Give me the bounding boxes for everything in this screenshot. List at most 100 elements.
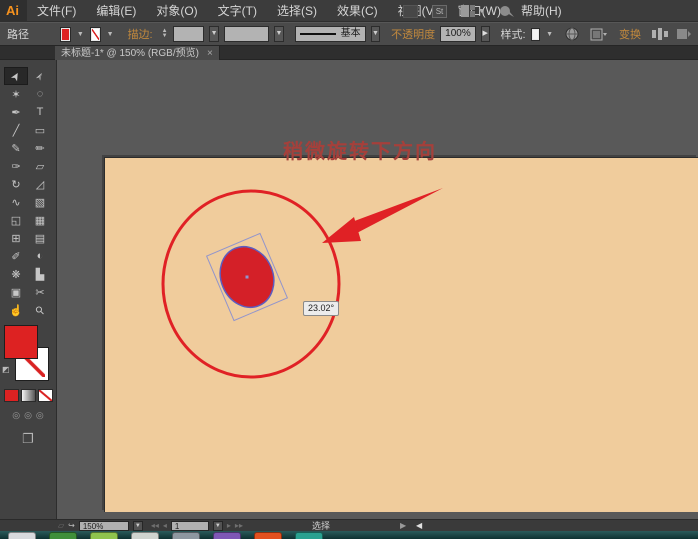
taskbar-app-4[interactable] <box>131 532 159 539</box>
export-arrow-icon[interactable]: ↪ <box>68 521 75 530</box>
menu-effect[interactable]: 效果(C) <box>327 0 388 22</box>
paintbrush-tool[interactable]: ✎ <box>4 139 28 157</box>
artboard-tool[interactable]: ▣ <box>4 283 28 301</box>
status-text: 选择 <box>312 519 330 532</box>
draw-inside-icon[interactable]: ◎ <box>36 410 44 421</box>
brush-definition-dropdown[interactable]: 基本 <box>295 26 366 42</box>
eyedropper-tool[interactable]: ✐ <box>4 247 28 265</box>
align-button[interactable] <box>652 28 668 40</box>
mesh-tool[interactable]: ⊞ <box>4 229 28 247</box>
pen-tool[interactable]: ✒ <box>4 103 28 121</box>
stroke-weight-caret[interactable]: ▼ <box>209 26 218 42</box>
stroke-weight-label[interactable]: 描边: <box>128 26 153 42</box>
rectangle-tool[interactable]: ▭ <box>28 121 52 139</box>
menu-help[interactable]: 帮助(H) <box>511 0 572 22</box>
panel-menu-button[interactable] <box>677 28 691 40</box>
artboard-number-caret[interactable]: ▼ <box>213 521 223 531</box>
canvas[interactable]: 稍微旋转下方向 23.02° <box>57 60 698 519</box>
width-profile-dropdown[interactable] <box>224 26 269 42</box>
menu-bar: Ai 文件(F) 编辑(E) 对象(O) 文字(T) 选择(S) 效果(C) 视… <box>0 0 698 22</box>
workspace-switcher[interactable]: ▼ <box>461 5 485 17</box>
tab-strip: 未标题-1* @ 150% (RGB/预览) × <box>0 46 698 60</box>
magic-wand-tool[interactable]: ✶ <box>4 85 28 103</box>
status-expand-icon[interactable]: ▶ <box>400 521 406 530</box>
opacity-field[interactable]: 100% <box>440 26 476 42</box>
zoom-level-caret[interactable]: ▼ <box>133 521 143 531</box>
fill-stroke-widget: ◩ <box>2 325 54 385</box>
scrollbar-left-icon[interactable]: ◀ <box>416 521 422 530</box>
color-button[interactable] <box>4 389 19 402</box>
blend-tool[interactable]: ◐ <box>28 247 52 265</box>
screen-mode-button[interactable]: ❐ <box>0 431 56 447</box>
opacity-caret[interactable]: ▶ <box>481 26 490 42</box>
gradient-tool[interactable]: ▤ <box>28 229 52 247</box>
blob-brush-tool[interactable]: ✑ <box>4 157 28 175</box>
stock-icon[interactable]: St <box>432 5 447 18</box>
rotate-tool[interactable]: ↻ <box>4 175 28 193</box>
shape-builder-tool[interactable]: ◱ <box>4 211 28 229</box>
menu-file[interactable]: 文件(F) <box>27 0 86 22</box>
tab-close-icon[interactable]: × <box>207 47 213 60</box>
next-artboard-icon[interactable]: ▸ <box>227 521 231 530</box>
gradient-button[interactable] <box>21 389 36 402</box>
type-tool[interactable]: T <box>28 103 52 121</box>
free-transform-tool[interactable]: ▧ <box>28 193 52 211</box>
tool-icon: ◿ <box>36 178 44 191</box>
align-icon <box>652 28 668 40</box>
stroke-weight-stepper[interactable]: ▲▼ <box>162 29 168 39</box>
stroke-color-swatch[interactable] <box>90 27 101 42</box>
lasso-tool[interactable]: ◌ <box>28 85 52 103</box>
scale-tool[interactable]: ◿ <box>28 175 52 193</box>
eraser-tool[interactable]: ▱ <box>28 157 52 175</box>
zoom-level-field[interactable]: 150% <box>79 521 129 531</box>
default-swatches-icon[interactable]: ◩ <box>2 365 12 375</box>
taskbar-app-8[interactable] <box>295 532 323 539</box>
cs-live-icon[interactable] <box>499 5 515 18</box>
menu-edit[interactable]: 编辑(E) <box>86 0 146 22</box>
taskbar-app-6[interactable] <box>213 532 241 539</box>
opacity-label[interactable]: 不透明度 <box>391 26 435 42</box>
slice-tool[interactable]: ✂ <box>28 283 52 301</box>
menu-type[interactable]: 文字(T) <box>208 0 267 22</box>
draw-behind-icon[interactable]: ◎ <box>24 410 32 421</box>
stroke-caret-icon[interactable]: ▼ <box>106 31 115 38</box>
fill-swatch-large[interactable] <box>4 325 38 359</box>
app-logo[interactable]: Ai <box>0 0 27 22</box>
hand-tool[interactable]: ☝ <box>4 301 28 319</box>
fill-caret-icon[interactable]: ▼ <box>76 31 85 38</box>
graph-tool[interactable]: ▙ <box>28 265 52 283</box>
draw-normal-icon[interactable]: ◎ <box>12 410 20 421</box>
selection-tool[interactable]: ➤ <box>4 67 28 85</box>
tool-icon: ➤ <box>8 69 24 83</box>
zoom-tool[interactable]: ⚲ <box>28 301 52 319</box>
pencil-tool[interactable]: ✏ <box>28 139 52 157</box>
brush-definition-caret[interactable]: ▼ <box>371 26 380 42</box>
taskbar-app-7[interactable] <box>254 532 282 539</box>
menu-object[interactable]: 对象(O) <box>146 0 207 22</box>
menu-select[interactable]: 选择(S) <box>267 0 327 22</box>
taskbar-app-1[interactable] <box>8 532 36 539</box>
width-tool[interactable]: ∿ <box>4 193 28 211</box>
perspective-grid-tool[interactable]: ▦ <box>28 211 52 229</box>
taskbar-app-3[interactable] <box>90 532 118 539</box>
style-caret-icon[interactable]: ▼ <box>545 31 554 38</box>
recolor-artwork-button[interactable] <box>565 27 579 41</box>
document-tab[interactable]: 未标题-1* @ 150% (RGB/预览) × <box>55 46 220 60</box>
artboard-number-field[interactable]: 1 <box>171 521 209 531</box>
first-artboard-icon[interactable]: ◂◂ <box>151 521 159 530</box>
last-artboard-icon[interactable]: ▸▸ <box>235 521 243 530</box>
prev-artboard-icon[interactable]: ◂ <box>163 521 167 530</box>
taskbar-app-5[interactable] <box>172 532 200 539</box>
none-button[interactable] <box>38 389 53 402</box>
symbol-sprayer-tool[interactable]: ❋ <box>4 265 28 283</box>
line-segment-tool[interactable]: ╱ <box>4 121 28 139</box>
stroke-weight-field[interactable] <box>173 26 205 42</box>
direct-selection-tool[interactable]: ➣ <box>28 67 52 85</box>
bridge-icon[interactable] <box>403 5 418 18</box>
taskbar-app-2[interactable] <box>49 532 77 539</box>
document-setup-button[interactable] <box>590 28 608 41</box>
width-profile-caret[interactable]: ▼ <box>274 26 283 42</box>
style-swatch[interactable] <box>531 28 540 41</box>
fill-color-swatch[interactable] <box>60 27 71 42</box>
transform-link[interactable]: 变换 <box>619 26 641 42</box>
